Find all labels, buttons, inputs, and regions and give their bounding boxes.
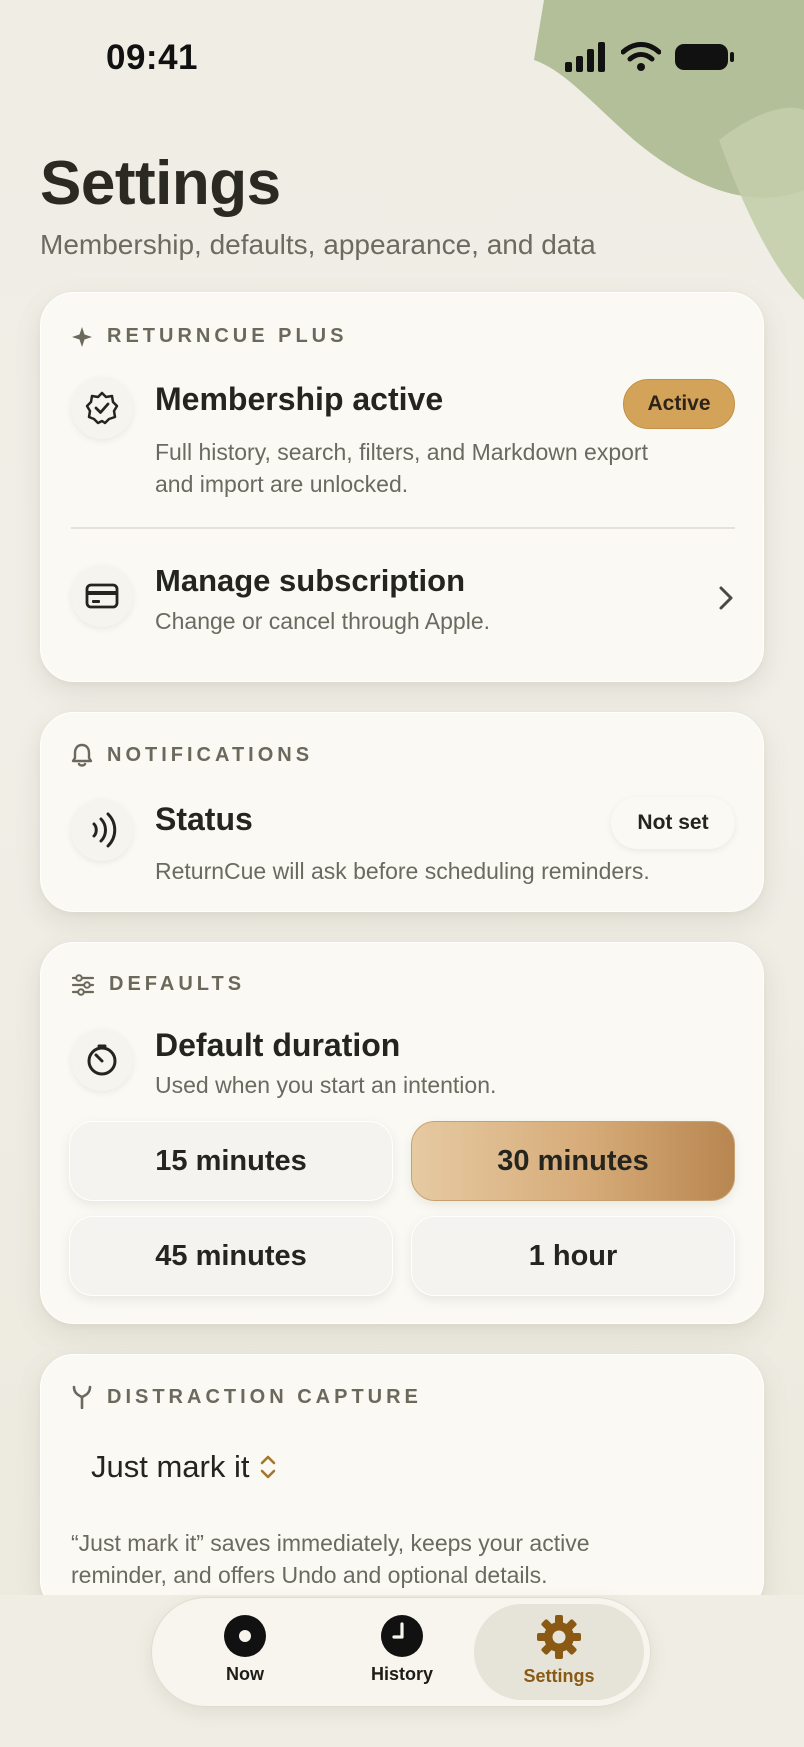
duration-option-60[interactable]: 1 hour [411, 1216, 735, 1296]
distraction-section-header: DISTRACTION CAPTURE [71, 1385, 422, 1409]
defaults-section-label: DEFAULTS [109, 973, 246, 995]
membership-description-line2: and import are unlocked. [155, 471, 409, 497]
membership-title: Membership active [155, 381, 444, 417]
fork-icon [72, 1385, 92, 1409]
notifications-card: NOTIFICATIONS Status Not set ReturnCue w… [40, 712, 764, 912]
notification-status-title: Status [155, 801, 253, 837]
notifications-section-label: NOTIFICATIONS [107, 743, 314, 766]
default-duration-title: Default duration [155, 1027, 401, 1063]
tab-history[interactable]: History [317, 1604, 487, 1700]
distraction-section-label: DISTRACTION CAPTURE [107, 1385, 422, 1408]
distraction-mode-value: Just mark it [91, 1449, 250, 1484]
bell-icon [71, 743, 93, 767]
credit-card-icon [71, 565, 133, 627]
duration-option-15[interactable]: 15 minutes [69, 1121, 393, 1201]
battery-icon [675, 44, 734, 70]
membership-status-badge: Active [623, 379, 735, 429]
tab-bar: Now History Settings [151, 1597, 651, 1707]
record-icon [224, 1615, 266, 1657]
default-duration-subtitle: Used when you start an intention. [155, 1072, 497, 1098]
manage-subscription-subtitle: Change or cancel through Apple. [155, 608, 491, 634]
distraction-card: DISTRACTION CAPTURE Just mark it “Just m… [40, 1354, 764, 1614]
tab-history-label: History [370, 1664, 433, 1684]
status-icons [563, 42, 735, 72]
manage-subscription-title: Manage subscription [155, 563, 466, 598]
distraction-description-line2: reminder, and offers Undo and optional d… [71, 1562, 548, 1588]
verified-badge-icon [71, 377, 133, 439]
plus-section-label: RETURNCUE PLUS [107, 325, 348, 347]
defaults-card: DEFAULTS Default duration Used when you … [40, 942, 764, 1324]
page-title: Settings [40, 149, 281, 218]
distraction-mode-picker[interactable]: Just mark it [91, 1449, 277, 1485]
chevron-up-down-icon [261, 1455, 276, 1479]
plus-divider [71, 527, 735, 529]
chevron-right-icon [719, 586, 733, 610]
page-subtitle: Membership, defaults, appearance, and da… [40, 229, 596, 260]
defaults-section-header: DEFAULTS [71, 973, 245, 996]
notifications-section-header: NOTIFICATIONS [71, 743, 313, 767]
tab-settings-label: Settings [523, 1666, 595, 1686]
status-time: 09:41 [106, 38, 199, 77]
sliders-icon [71, 973, 95, 996]
clock-icon [381, 1615, 423, 1657]
signal-waves-icon [71, 799, 133, 861]
tab-now-label: Now [226, 1664, 264, 1684]
duration-option-30[interactable]: 30 minutes [411, 1121, 735, 1201]
duration-option-45[interactable]: 45 minutes [69, 1216, 393, 1296]
sparkle-icon [72, 326, 92, 347]
manage-subscription-row[interactable]: Manage subscription Change or cancel thr… [41, 533, 765, 673]
plus-section-header: RETURNCUE PLUS [71, 325, 347, 348]
status-bar: 09:41 [0, 0, 804, 120]
membership-description-line1: Full history, search, filters, and Markd… [155, 439, 648, 465]
distraction-description-line1: “Just mark it” saves immediately, keeps … [71, 1530, 590, 1556]
notification-status-description: ReturnCue will ask before scheduling rem… [155, 858, 650, 884]
tab-settings[interactable]: Settings [474, 1604, 644, 1700]
tab-now[interactable]: Now [160, 1604, 330, 1700]
signal-icon [565, 42, 605, 72]
gear-icon [537, 1615, 581, 1659]
wifi-icon [621, 42, 661, 71]
notification-status-badge: Not set [611, 797, 735, 849]
plus-card: RETURNCUE PLUS Membership active Active … [40, 292, 764, 682]
timer-icon [71, 1029, 133, 1091]
